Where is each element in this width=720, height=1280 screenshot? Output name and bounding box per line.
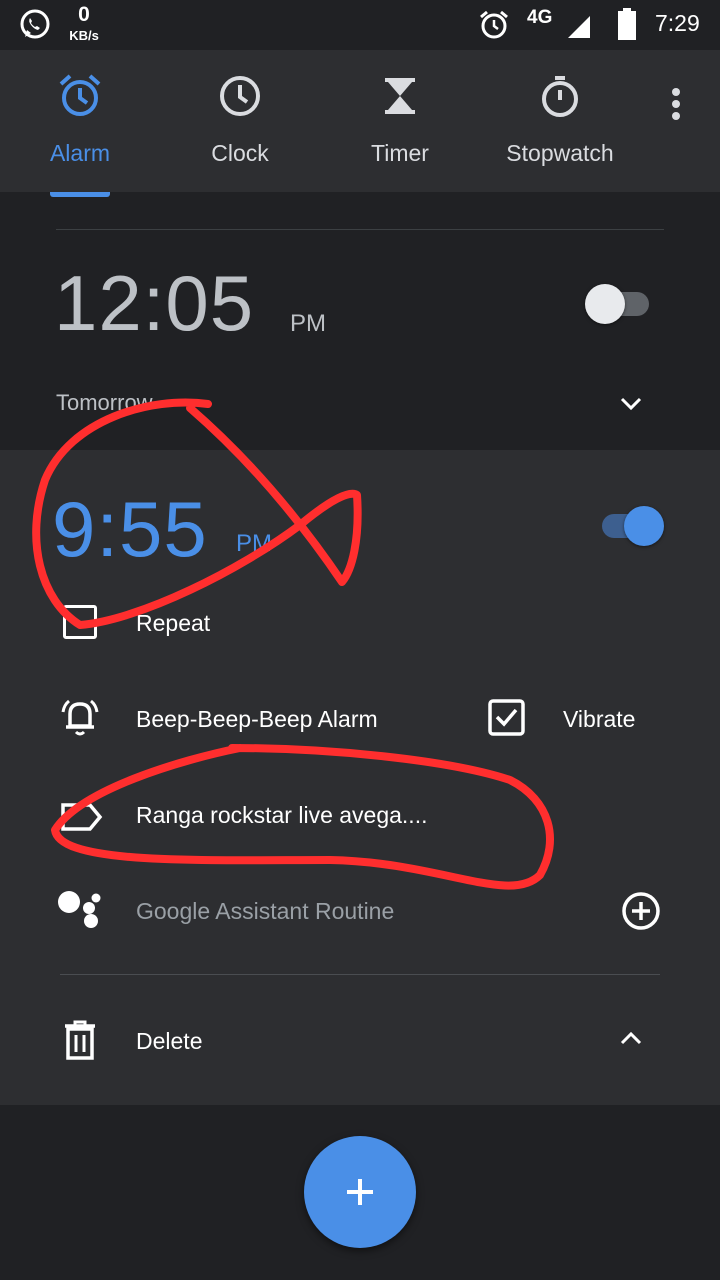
more-options-icon[interactable] [660, 86, 692, 126]
hourglass-icon [385, 78, 415, 114]
plus-icon [347, 1179, 373, 1205]
chevron-up-icon[interactable] [618, 1026, 644, 1052]
alarm-card-955: 9:55 PM Repeat Beep-Beep-Beep Alarm Vibr… [0, 450, 720, 1105]
alarm-toggle-on[interactable] [600, 504, 666, 549]
assistant-routine-label[interactable]: Google Assistant Routine [136, 898, 394, 925]
vibrate-label[interactable]: Vibrate [563, 706, 635, 733]
alarm-time[interactable]: 9:55 [52, 484, 208, 574]
alarm-icon [59, 74, 101, 116]
add-circle-icon[interactable] [620, 890, 662, 932]
tab-timer[interactable]: Timer [320, 50, 480, 192]
tab-alarm-label: Alarm [49, 140, 111, 166]
trash-icon [65, 1020, 95, 1060]
divider [60, 974, 660, 975]
signal-icon [568, 16, 590, 38]
tab-clock-label: Clock [211, 140, 269, 166]
battery-icon [618, 8, 636, 40]
alarm-card-1205: 12:05 PM Tomorrow [0, 192, 720, 450]
alarm-label[interactable]: Ranga rockstar live avega.... [136, 802, 427, 829]
chevron-down-icon[interactable] [618, 390, 644, 416]
repeat-label[interactable]: Repeat [136, 610, 210, 637]
tab-indicator [50, 192, 110, 197]
tab-stopwatch-label: Stopwatch [506, 140, 614, 166]
alarm-ampm: PM [236, 530, 272, 557]
repeat-checkbox[interactable] [60, 602, 100, 642]
clock-icon [220, 76, 260, 116]
tab-clock[interactable]: Clock [160, 50, 320, 192]
add-alarm-button[interactable] [304, 1136, 416, 1248]
alarm-toggle-off[interactable] [585, 282, 651, 327]
sound-label[interactable]: Beep-Beep-Beep Alarm [136, 706, 378, 733]
tab-stopwatch[interactable]: Stopwatch [480, 50, 640, 192]
vibrate-checkbox[interactable] [487, 698, 527, 738]
stopwatch-icon [542, 76, 578, 117]
net-speed-unit: KB/s [69, 28, 99, 43]
delete-label[interactable]: Delete [136, 1028, 202, 1055]
alarm-ampm: PM [290, 310, 326, 337]
net-speed-value: 0 [78, 3, 90, 26]
tab-timer-label: Timer [371, 140, 429, 166]
tab-alarm[interactable]: Alarm [0, 50, 160, 192]
alarm-schedule: Tomorrow [56, 390, 153, 415]
whatsapp-icon [20, 9, 50, 39]
checkbox-checked-icon [488, 699, 525, 736]
alarm-time[interactable]: 12:05 [54, 258, 254, 348]
alarm-status-icon [480, 10, 508, 39]
status-time: 7:29 [655, 10, 700, 36]
tab-bar: Alarm Clock Timer Stopwatch [0, 50, 720, 192]
divider [56, 229, 664, 230]
bell-ringing-icon [61, 699, 99, 736]
label-tag-icon [61, 803, 103, 831]
status-bar: 0 KB/s 4G 7:29 [0, 0, 720, 50]
network-type: 4G [527, 7, 553, 28]
google-assistant-icon [58, 891, 101, 928]
